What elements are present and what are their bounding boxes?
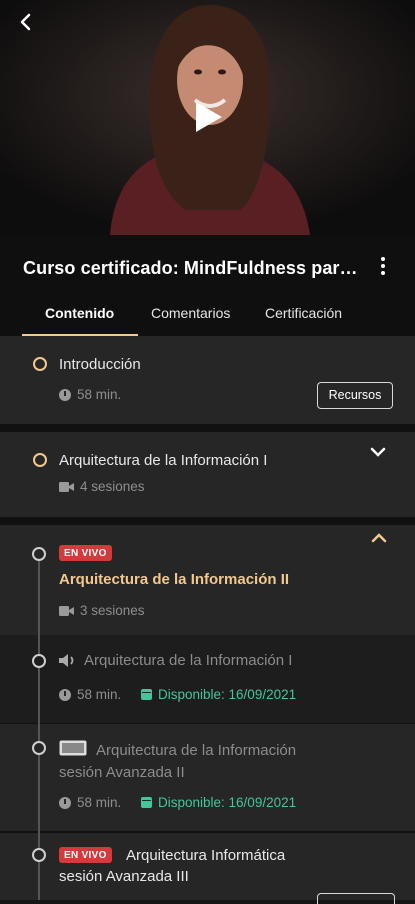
- timeline-node-icon: [32, 654, 46, 668]
- chevron-down-icon[interactable]: [370, 447, 386, 457]
- video-camera-icon: [59, 605, 74, 616]
- live-badge: EN VIVO: [59, 847, 112, 863]
- session-item[interactable]: Arquitectura de la Información I 58 min.…: [0, 635, 415, 723]
- module-introduccion[interactable]: Introducción 58 min. Recursos: [0, 336, 415, 424]
- availability: Disponible: 16/09/2021: [141, 795, 296, 810]
- status-circle-icon: [33, 357, 47, 371]
- duration: 58 min.: [59, 687, 121, 702]
- timeline-node-icon: [32, 547, 46, 561]
- back-arrow-icon[interactable]: [14, 10, 38, 34]
- play-icon[interactable]: [192, 100, 224, 134]
- resources-button[interactable]: Recursos: [317, 382, 393, 409]
- course-title: Curso certificado: MindFuldness para...: [23, 258, 363, 278]
- tab-comentarios[interactable]: Comentarios: [151, 305, 230, 321]
- more-options-icon[interactable]: [373, 255, 393, 279]
- chevron-up-icon[interactable]: [371, 533, 387, 543]
- duration-text: 58 min.: [77, 387, 122, 402]
- sessions-text: 3 sesiones: [80, 603, 145, 618]
- video-player[interactable]: [0, 0, 415, 235]
- clock-icon: [59, 796, 71, 809]
- tab-certificacion[interactable]: Certificación: [265, 305, 342, 321]
- image-icon: [59, 740, 87, 756]
- speaker-icon: [59, 654, 74, 667]
- availability-text: Disponible: 16/09/2021: [158, 795, 297, 810]
- clock-icon: [59, 688, 71, 701]
- content-list: Introducción 58 min. Recursos Arquitectu…: [0, 336, 415, 904]
- module-title: Introducción: [59, 356, 141, 373]
- session-title-line2: sesión Avanzada III: [59, 868, 189, 885]
- calendar-icon: [141, 689, 152, 700]
- module-arquitectura-2[interactable]: EN VIVO Arquitectura de la Información I…: [0, 525, 415, 635]
- module-title: Arquitectura de la Información II: [59, 571, 290, 588]
- session-title-line1: Arquitectura de la Información: [96, 742, 297, 759]
- sessions: 3 sesiones: [59, 603, 145, 618]
- session-item[interactable]: Arquitectura de la Información sesión Av…: [0, 724, 415, 831]
- duration: 58 min.: [59, 795, 121, 810]
- session-title-line2: sesión Avanzada II: [59, 764, 185, 781]
- video-camera-icon: [59, 481, 74, 492]
- module-arquitectura-1[interactable]: Arquitectura de la Información I 4 sesio…: [0, 432, 415, 517]
- tab-contenido[interactable]: Contenido: [45, 305, 114, 321]
- status-circle-icon: [33, 453, 47, 467]
- calendar-icon: [141, 797, 152, 808]
- duration-text: 58 min.: [77, 687, 122, 702]
- session-item[interactable]: EN VIVO Arquitectura Informática sesión …: [0, 833, 415, 904]
- sessions-text: 4 sesiones: [80, 479, 145, 494]
- session-title: Arquitectura de la Información I: [84, 652, 293, 669]
- availability-text: Disponible: 16/09/2021: [158, 687, 297, 702]
- partial-button[interactable]: [317, 893, 395, 904]
- clock-icon: [59, 388, 71, 401]
- module-title: Arquitectura de la Información I: [59, 452, 268, 469]
- availability: Disponible: 16/09/2021: [141, 687, 296, 702]
- timeline-node-icon: [32, 741, 46, 755]
- duration: 58 min.: [59, 387, 121, 402]
- timeline-node-icon: [32, 848, 46, 862]
- sessions: 4 sesiones: [59, 479, 145, 494]
- session-title-line1: Arquitectura Informática: [126, 847, 286, 864]
- live-badge: EN VIVO: [59, 545, 112, 561]
- duration-text: 58 min.: [77, 795, 122, 810]
